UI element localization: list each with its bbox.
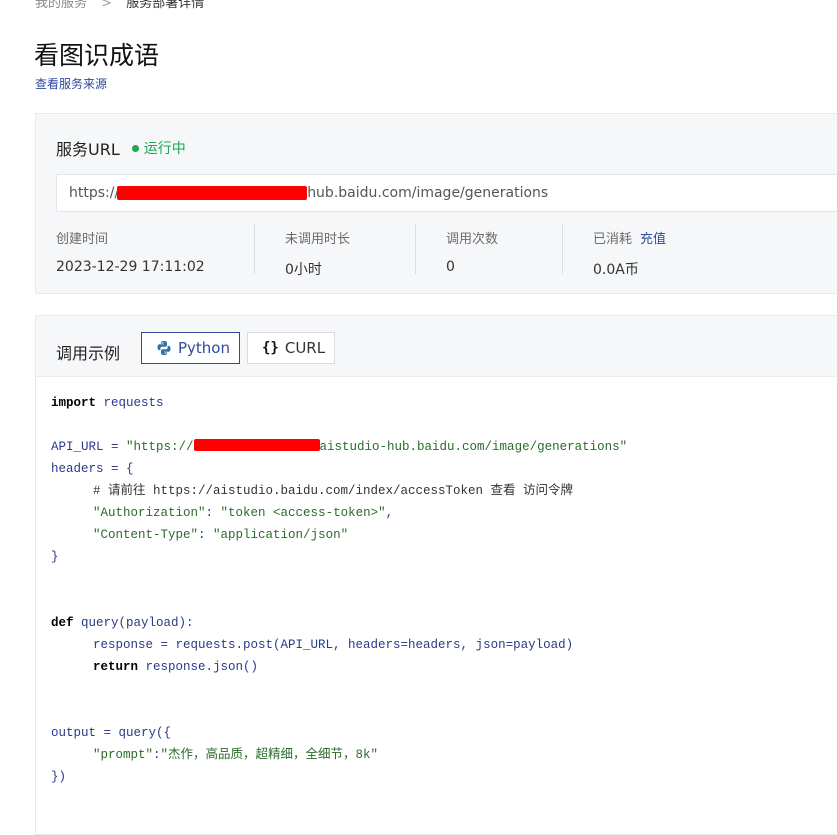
stat-value: 0 xyxy=(446,259,455,275)
tab-curl[interactable]: {} CURL xyxy=(247,332,335,364)
service-url-field[interactable]: https:// hub.baidu.com/image/generations xyxy=(56,174,837,212)
view-source-link[interactable]: 查看服务来源 xyxy=(35,75,107,92)
stat-divider xyxy=(254,224,255,274)
service-url-label: 服务URL xyxy=(56,140,120,159)
status-badge: 运行中 xyxy=(131,138,186,158)
code-block: import requests API_URL = "https://aistud… xyxy=(51,392,627,788)
stat-label-text: 已消耗 xyxy=(593,232,633,247)
breadcrumb-current: 服务部署详情 xyxy=(126,0,205,11)
code-line: headers = { xyxy=(51,462,134,476)
breadcrumb-separator: > xyxy=(101,0,113,11)
breadcrumb: 我的服务 > 服务部署详情 xyxy=(35,0,204,11)
recharge-link[interactable]: 充值 xyxy=(640,232,666,247)
service-url-header: 服务URL 运行中 xyxy=(56,136,186,160)
stat-value: 0小时 xyxy=(285,262,322,278)
code-line: "prompt":"杰作，高品质，超精细，全细节，8k" xyxy=(93,748,379,762)
stat-idle-duration: 未调用时长 0小时 xyxy=(285,224,351,278)
code-line: API_URL = "https://aistudio-hub.baidu.co… xyxy=(51,439,628,454)
page-title: 看图识成语 xyxy=(34,41,160,70)
stat-consumed: 已消耗 充值 0.0A币 xyxy=(593,224,666,278)
service-stats: 创建时间 2023-12-29 17:11:02 未调用时长 0小时 调用次数 … xyxy=(36,224,837,278)
python-icon xyxy=(156,340,172,356)
code-line: import requests xyxy=(51,396,164,410)
code-line: response = requests.post(API_URL, header… xyxy=(93,638,574,652)
stat-divider xyxy=(415,224,416,274)
breadcrumb-parent-link[interactable]: 我的服务 xyxy=(35,0,87,11)
call-example-card: 调用示例 Python {} CURL import requests API_U… xyxy=(35,315,837,835)
stat-call-count: 调用次数 0 xyxy=(446,224,498,276)
tab-label: CURL xyxy=(284,339,326,357)
tab-label: Python xyxy=(178,339,230,357)
braces-icon: {} xyxy=(262,340,279,356)
call-example-header: 调用示例 Python {} CURL xyxy=(36,316,837,377)
stat-label: 创建时间 xyxy=(56,232,109,247)
status-text: 运行中 xyxy=(143,141,186,157)
url-redaction xyxy=(117,186,308,200)
code-line: # 请前往 https://aistudio.baidu.com/index/a… xyxy=(93,484,574,498)
stat-value: 2023-12-29 17:11:02 xyxy=(56,259,205,275)
code-line: } xyxy=(51,550,59,564)
code-line: }) xyxy=(51,770,67,784)
stat-label: 未调用时长 xyxy=(285,232,351,247)
code-line: def query(payload): xyxy=(51,616,194,630)
stat-label: 调用次数 xyxy=(446,232,499,247)
service-url-card: 服务URL 运行中 https:// hub.baidu.com/image/g… xyxy=(35,113,837,294)
stat-divider xyxy=(562,224,563,274)
code-line: output = query({ xyxy=(51,726,172,740)
code-url-redaction xyxy=(193,439,320,451)
call-example-label: 调用示例 xyxy=(56,344,121,363)
status-dot-icon xyxy=(131,144,139,152)
code-line: return response.json() xyxy=(93,660,259,674)
tab-python[interactable]: Python xyxy=(141,332,240,364)
url-suffix: hub.baidu.com/image/generations xyxy=(307,185,549,201)
code-line: "Authorization": "token <access-token>", xyxy=(93,506,394,520)
stat-label: 已消耗 充值 xyxy=(593,228,666,247)
stat-created-time: 创建时间 2023-12-29 17:11:02 xyxy=(56,224,205,276)
stat-value: 0.0A币 xyxy=(593,262,639,278)
code-line: "Content-Type": "application/json" xyxy=(93,528,349,542)
url-prefix: https:// xyxy=(69,185,120,201)
